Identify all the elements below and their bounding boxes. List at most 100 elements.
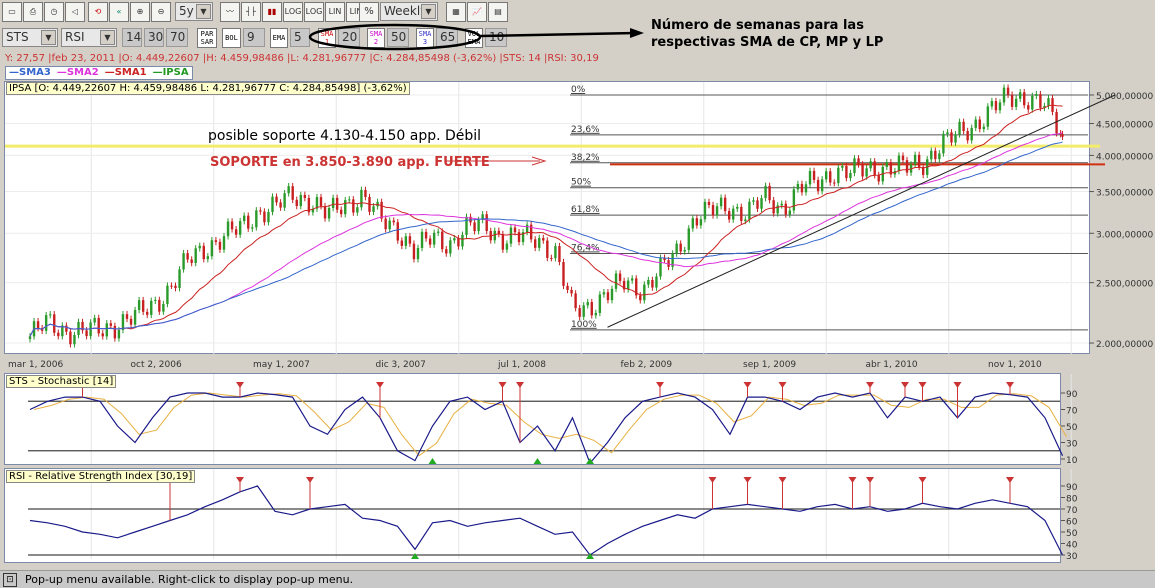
candle-body	[647, 279, 650, 285]
candle-body	[934, 150, 937, 160]
candle-body	[178, 269, 181, 289]
candle-body	[558, 246, 561, 263]
candle-body	[695, 218, 699, 226]
candle-body	[711, 205, 715, 216]
candle-body	[736, 206, 739, 209]
candle-body	[562, 262, 565, 286]
y-tick-label: 2.500,00000	[1096, 280, 1154, 290]
candle-body	[420, 231, 424, 248]
fib-label: 61,8%	[571, 205, 600, 215]
candle-body	[517, 232, 521, 243]
candle-body	[986, 106, 990, 127]
y-tick-label: 4.000,00000	[1096, 152, 1154, 162]
y-tick-label: 40	[1066, 541, 1078, 551]
x-tick-label: feb 2, 2009	[621, 360, 673, 370]
candle-body	[101, 333, 104, 337]
candle-body	[271, 196, 274, 212]
candle-body	[1006, 87, 1010, 95]
buy-signal-icon	[411, 553, 419, 559]
candle-body	[715, 206, 719, 216]
sell-signal-icon	[376, 382, 384, 388]
candle-body	[247, 215, 250, 229]
candle-body	[594, 312, 598, 316]
candle-body	[513, 227, 517, 233]
candle-body	[238, 221, 242, 235]
candle-body	[1018, 92, 1022, 99]
candle-body	[408, 236, 412, 244]
candle-body	[162, 303, 165, 312]
candle-body	[857, 158, 860, 165]
candle-body	[962, 121, 965, 132]
candle-body	[958, 121, 961, 135]
sma-highlight-ellipse	[308, 23, 482, 51]
candle-body	[340, 209, 343, 215]
candle-body	[194, 248, 197, 263]
candle-body	[141, 300, 145, 312]
y-tick-label: 90	[1066, 390, 1078, 400]
candle-body	[85, 330, 88, 337]
candle-body	[170, 285, 173, 287]
sell-signal-icon	[306, 477, 314, 483]
candle-body	[1027, 105, 1030, 110]
candle-body	[554, 246, 557, 259]
trend-line	[607, 94, 1116, 328]
candle-body	[44, 315, 48, 331]
candle-body	[493, 230, 496, 241]
sell-signal-icon	[866, 382, 874, 388]
candle-body	[833, 182, 836, 184]
fib-label: 100%	[571, 320, 597, 330]
rsi-title: RSI - Relative Strength Index [30,19]	[6, 470, 196, 483]
popup-menu-icon[interactable]: ⊡	[3, 572, 17, 587]
candle-body	[1023, 92, 1026, 106]
candle-body	[356, 207, 359, 213]
candle-body	[772, 200, 775, 214]
candle-body	[837, 167, 840, 184]
candle-body	[626, 280, 630, 290]
candle-body	[150, 300, 153, 315]
candle-body	[550, 257, 553, 259]
candle-body	[113, 325, 117, 339]
candle-body	[582, 305, 585, 317]
candle-body	[445, 249, 448, 254]
candle-body	[457, 238, 460, 247]
candle-body	[691, 218, 695, 229]
candle-body	[36, 321, 40, 329]
candle-body	[432, 232, 436, 245]
candle-body	[756, 200, 759, 209]
fib-label: 0%	[571, 85, 586, 95]
candle-body	[28, 336, 32, 340]
candle-body	[970, 127, 973, 141]
candle-body	[707, 201, 711, 206]
candle-body	[618, 273, 622, 281]
candle-body	[982, 126, 986, 130]
candle-body	[404, 236, 408, 246]
candle-body	[327, 207, 331, 219]
candle-body	[473, 222, 476, 232]
candle-body	[400, 240, 404, 246]
buy-signal-icon	[428, 458, 437, 464]
y-tick-label: 60	[1066, 518, 1078, 528]
stochastic-line	[29, 392, 1064, 465]
candle-body	[784, 203, 787, 215]
candle-body	[808, 170, 812, 185]
candle-body	[643, 284, 646, 301]
candle-body	[49, 314, 52, 316]
candle-body	[816, 179, 820, 192]
candle-body	[166, 285, 169, 304]
buy-signal-icon	[586, 553, 594, 559]
candle-body	[994, 101, 998, 111]
candle-body	[137, 300, 141, 311]
candle-body	[226, 221, 230, 237]
sell-signal-icon	[743, 477, 752, 483]
candle-body	[578, 308, 581, 317]
candle-body	[275, 196, 278, 203]
candle-body	[505, 243, 509, 250]
candle-body	[218, 241, 222, 250]
candle-body	[436, 231, 440, 233]
candle-body	[590, 302, 593, 316]
sma1-line	[29, 104, 1063, 337]
candle-body	[659, 257, 662, 277]
candle-body	[727, 211, 731, 220]
candle-body	[222, 236, 226, 250]
candle-body	[853, 158, 856, 173]
